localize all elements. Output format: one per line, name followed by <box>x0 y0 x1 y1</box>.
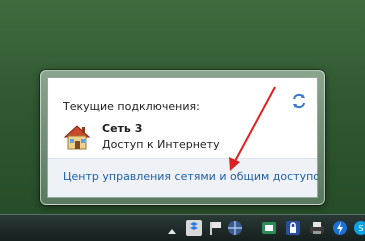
popup-footer: Центр управления сетями и общим доступо <box>48 158 318 197</box>
flash-icon[interactable] <box>331 219 349 237</box>
popup-body: Текущие подключения: Сеть 3 Доступ к Инт… <box>47 77 318 198</box>
network-center-link[interactable]: Центр управления сетями и общим доступо <box>63 170 318 183</box>
home-network-icon <box>62 122 92 152</box>
connection-item[interactable]: Сеть 3 Доступ к Интернету <box>62 120 312 158</box>
show-hidden-icons-arrow[interactable] <box>167 222 177 234</box>
skype-icon[interactable]: S <box>352 219 365 237</box>
taskbar: S <box>0 214 365 241</box>
dropbox-icon[interactable] <box>185 219 203 237</box>
network-tray-icon[interactable] <box>226 219 244 237</box>
network-popup: Текущие подключения: Сеть 3 Доступ к Инт… <box>40 70 325 205</box>
connection-name: Сеть 3 <box>102 122 143 135</box>
printer-icon[interactable] <box>308 219 326 237</box>
onenote-icon[interactable] <box>260 219 278 237</box>
current-connections-header: Текущие подключения: <box>63 100 200 113</box>
lock-icon[interactable] <box>284 219 302 237</box>
refresh-icon[interactable] <box>291 93 307 109</box>
flag-icon[interactable] <box>207 219 225 237</box>
connection-status: Доступ к Интернету <box>102 138 220 151</box>
svg-text:S: S <box>358 224 363 233</box>
